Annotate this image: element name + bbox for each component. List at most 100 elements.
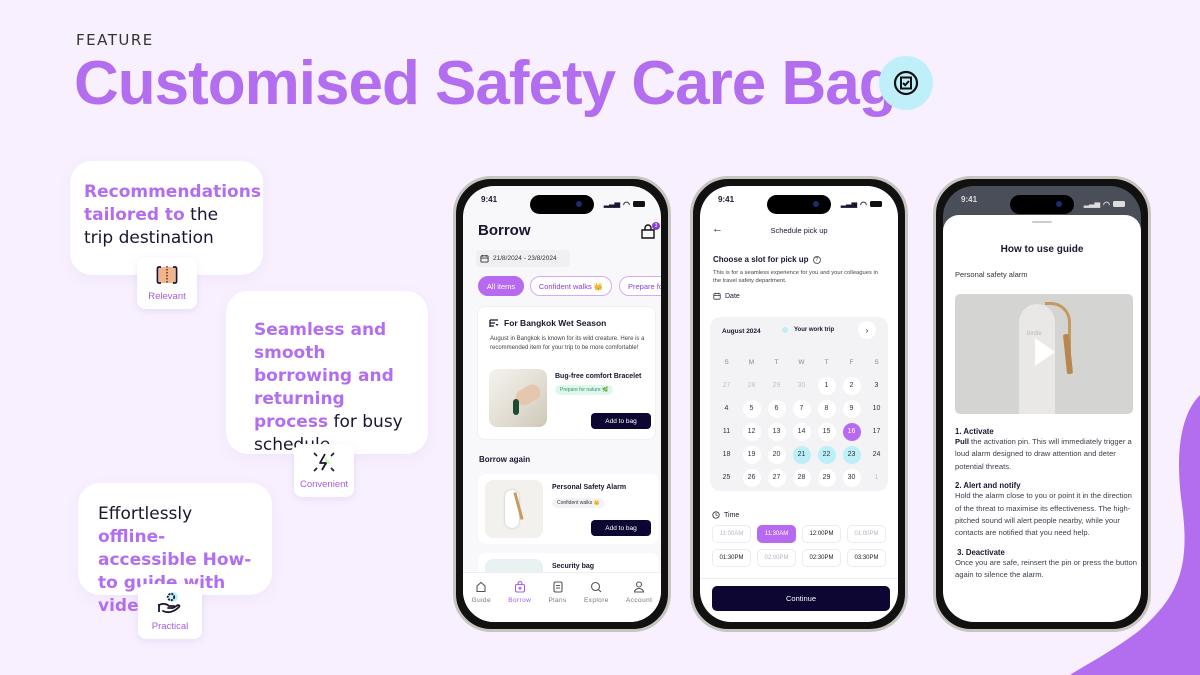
user-icon [634,581,645,593]
tag-practical: Practical [138,584,202,639]
play-icon[interactable] [1035,338,1055,366]
day-number: 17 [872,428,881,435]
time-slot[interactable]: 03:30PM [847,549,886,567]
step-heading: 3. Deactivate [955,547,1005,557]
status-bar: 9:41 ▂▃▅ ◠ [463,195,661,213]
battery-icon [870,201,882,207]
calendar-day[interactable]: 14 [789,420,814,443]
time-slot-selected[interactable]: 11:30AM [757,525,796,543]
nav-borrow[interactable]: Borrow [508,581,531,622]
continue-button[interactable]: Continue [712,586,890,611]
day-number: 27 [767,468,786,487]
video-player[interactable]: birdie [955,294,1133,414]
time-slot[interactable]: 02:30PM [802,549,841,567]
guide-steps: 1. Activate Pull the activation pin. Thi… [955,427,1140,582]
weekday-header: T [824,359,829,366]
step-text: the activation pin. This will immediatel… [955,437,1132,471]
wifi-icon: ◠ [1103,199,1110,209]
status-time: 9:41 [718,195,735,204]
day-number: 5 [742,399,761,418]
calendar-day[interactable]: 20 [764,443,789,466]
bag-button[interactable]: 3 [640,222,660,242]
nav-plans[interactable]: Plans [548,581,566,622]
calendar-month: August 2024 [722,328,761,335]
calendar-day-selected[interactable]: 16 [839,420,864,443]
bag-plus-icon [514,581,525,593]
home-icon [476,581,486,593]
document-icon [553,581,563,593]
day-number: 27 [722,382,731,389]
sheet-handle[interactable] [1032,221,1052,223]
calendar-day[interactable]: 2 [839,374,864,397]
help-icon[interactable]: ? [812,255,821,264]
alarm-cord-sleeve [1062,333,1074,375]
calendar-day: 24 [864,443,889,466]
add-to-bag-button[interactable]: Add to bag [591,520,651,536]
step-heading: 1. Activate [955,427,994,436]
calendar-day-trip[interactable]: 22 [814,443,839,466]
calendar-day: 10 [864,397,889,420]
reco-item-tag: Prepare for nature 🌿 [555,385,614,395]
filter-all-items[interactable]: All items [478,276,524,296]
calendar-day[interactable]: 27 [764,466,789,489]
nav-explore[interactable]: Explore [584,581,609,622]
bracelet-image [489,369,547,427]
calendar-day: 29 [764,374,789,397]
nav-guide[interactable]: Guide [472,581,491,622]
calendar-day-trip[interactable]: 23 [839,443,864,466]
nav-label: Guide [471,597,491,604]
title-badge [879,56,933,110]
calendar-day[interactable]: 6 [764,397,789,420]
calendar-day: 11 [714,420,739,443]
calendar-day[interactable]: 28 [789,466,814,489]
step: 1. Activate Pull the activation pin. Thi… [955,427,1140,473]
calendar-day[interactable]: 9 [839,397,864,420]
calendar-day[interactable]: 26 [739,466,764,489]
calendar-day: 1 [864,466,889,489]
tag-label: Relevant [148,290,186,302]
day-number: 16 [842,422,861,441]
filter-prepare-for[interactable]: Prepare for [619,276,661,296]
calendar-day[interactable]: 5 [739,397,764,420]
day-number: 9 [842,399,861,418]
calendar-day[interactable]: 13 [764,420,789,443]
lightning-icon [313,452,335,472]
day-number: 23 [842,445,861,464]
nav-account[interactable]: Account [626,581,652,622]
day-number: 1 [817,376,836,395]
add-to-bag-button[interactable]: Add to bag [591,413,651,429]
weekday-header: W [798,359,805,366]
time-slot[interactable]: 01:30PM [712,549,751,567]
calendar-day[interactable]: 30 [839,466,864,489]
calendar-day[interactable]: 12 [739,420,764,443]
hand-gear-icon [158,592,181,614]
bottom-nav: Guide Borrow Plans Explore Account [463,572,661,622]
calendar-day[interactable]: 7 [789,397,814,420]
signal-icon: ▂▃▅ [840,201,858,208]
calendar-day[interactable]: 8 [814,397,839,420]
day-number: 18 [722,451,731,458]
day-number: 28 [792,468,811,487]
calendar-day[interactable]: 29 [814,466,839,489]
day-number: 21 [792,445,811,464]
time-slot[interactable]: 12:00PM [802,525,841,543]
reco-item-name: Bug-free comfort Bracelet [555,373,642,380]
item-name: Personal Safety Alarm [552,484,627,491]
weekday-header: M [748,359,755,366]
calendar-day[interactable]: 15 [814,420,839,443]
calendar-day[interactable]: 1 [814,374,839,397]
reco-title: For Bangkok Wet Season [504,318,607,328]
tag-label: Convenient [299,479,349,490]
filter-confident-walks[interactable]: Confident walks 👑 [530,276,612,296]
next-month-button[interactable]: › [858,321,876,339]
calendar-day-trip[interactable]: 21 [789,443,814,466]
clock-icon [712,511,720,519]
calendar-day[interactable]: 19 [739,443,764,466]
phone-guide: 9:41 ▂▃▅ ◠ How to use guide Personal safe… [933,176,1151,632]
weekday-header: S [874,359,879,366]
day-number: 6 [767,399,786,418]
date-range-pill[interactable]: 21/8/2024 - 23/8/2024 [476,250,570,267]
day-number: 25 [722,474,731,481]
day-number: 22 [817,445,836,464]
time-slot-disabled: 01:00PM [847,525,886,543]
